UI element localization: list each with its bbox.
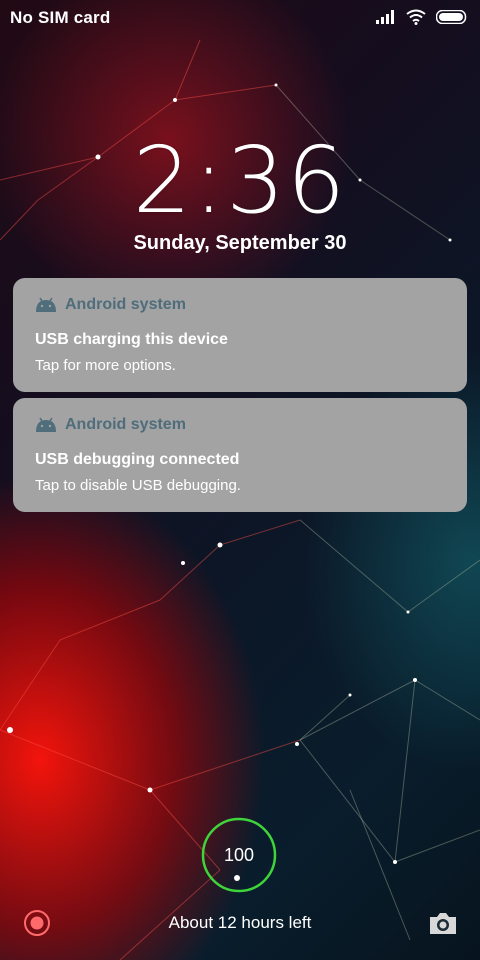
wifi-icon xyxy=(406,9,426,25)
notification-app-name: Android system xyxy=(65,416,186,433)
notification-usb-charging[interactable]: Android system USB charging this device … xyxy=(13,278,467,392)
battery-time-left: About 12 hours left xyxy=(168,913,312,932)
camera-icon[interactable] xyxy=(428,910,458,936)
battery-level: 100 xyxy=(223,845,255,865)
notification-app-name: Android system xyxy=(65,296,186,313)
android-icon xyxy=(36,297,56,312)
record-icon[interactable] xyxy=(22,908,52,938)
notification-body: Tap for more options. xyxy=(35,357,176,374)
notification-title: USB debugging connected xyxy=(35,451,240,468)
carrier-label: No SIM card xyxy=(10,8,111,27)
lockscreen-clock: 2:36 xyxy=(132,127,348,234)
notification-usb-debugging[interactable]: Android system USB debugging connected T… xyxy=(13,398,467,512)
signal-icon xyxy=(376,10,394,24)
status-bar: No SIM card xyxy=(0,0,480,34)
android-icon xyxy=(36,417,56,432)
status-icons xyxy=(376,9,468,25)
lockscreen-date: Sunday, September 30 xyxy=(133,232,347,254)
notification-body: Tap to disable USB debugging. xyxy=(35,477,241,494)
notification-header: Android system xyxy=(35,416,186,434)
notification-title: USB charging this device xyxy=(35,331,228,348)
battery-icon xyxy=(436,10,467,24)
notification-header: Android system xyxy=(35,296,186,314)
